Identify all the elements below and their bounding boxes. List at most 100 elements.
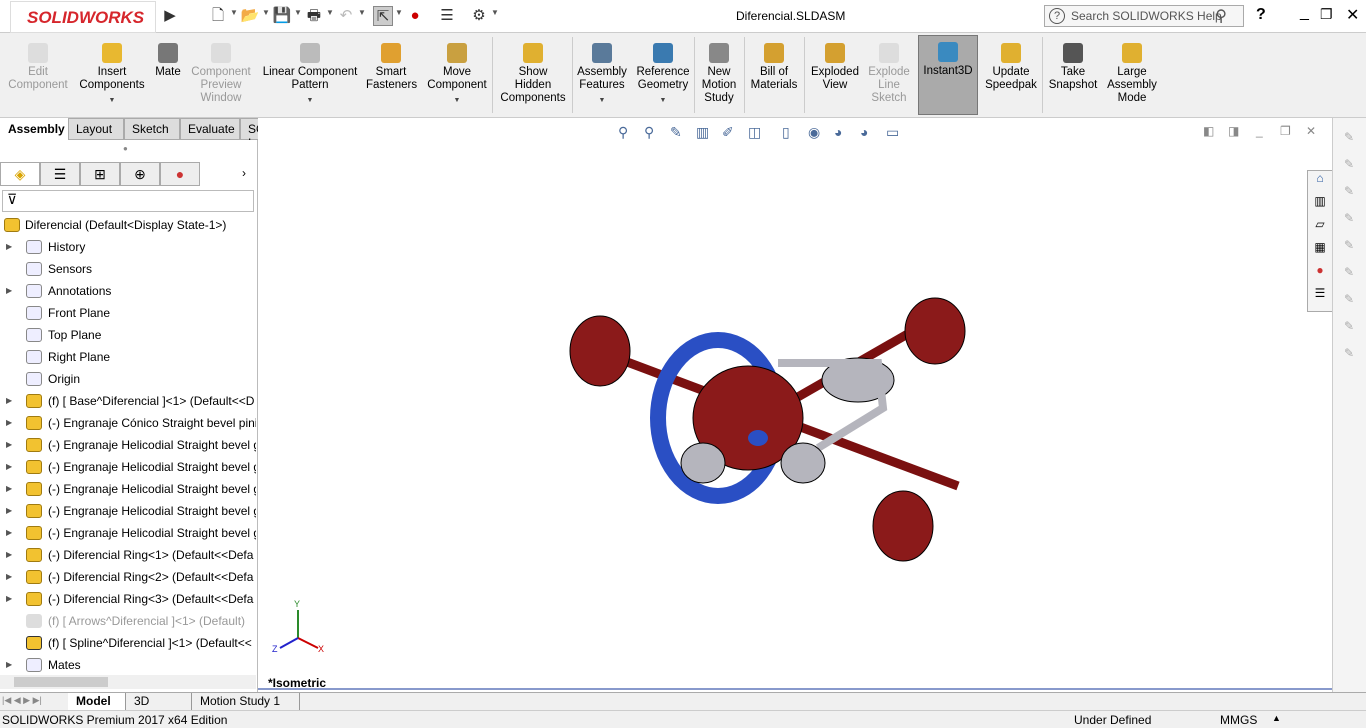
tab-3d-views[interactable]: 3D Views [126,693,192,722]
ribbon-button-bill-of-materials[interactable]: Bill of Materials [748,37,800,92]
expand-menu-icon[interactable]: ▶ [160,6,180,26]
smart-dimension-icon[interactable]: ✎ [1337,157,1361,179]
expand-arrow-icon[interactable]: ▶ [6,434,12,456]
filter-input[interactable]: ⊽ [2,190,254,212]
ribbon-button-component-preview-window[interactable]: Component Preview Window [188,37,254,105]
tab-layout[interactable]: Layout [68,118,124,140]
tab-feature-manager[interactable]: ◈ [0,162,40,186]
panel-expand-chevron-icon[interactable]: › [242,166,246,180]
ribbon-button-assembly-features[interactable]: Assembly Features ▼ [574,37,630,107]
dropdown-arrow-icon[interactable]: ▼ [326,8,334,17]
sketch-icon[interactable]: ✎ [1337,130,1361,152]
minimize-button[interactable]: _ [1300,4,1309,22]
restore-button[interactable]: ❐ [1320,6,1333,23]
expand-arrow-icon[interactable]: ▶ [6,456,12,478]
tree-item[interactable]: ▶ Annotations [0,280,256,302]
solidworks-logo[interactable]: SOLIDWORKS [10,1,156,33]
expand-arrow-icon[interactable]: ▶ [6,478,12,500]
tree-item[interactable]: ▶ (-) Engranaje Cónico Straight bevel pin… [0,412,256,434]
tree-item[interactable]: Right Plane [0,346,256,368]
viewport-restore-icon[interactable]: ❐ [1280,124,1291,138]
trim-icon[interactable]: ✎ [1337,238,1361,260]
expand-arrow-icon[interactable]: ▶ [6,280,12,302]
ribbon-button-smart-fasteners[interactable]: Smart Fasteners [366,37,417,92]
dropdown-arrow-icon[interactable]: ▼ [78,94,146,107]
tree-item[interactable]: Top Plane [0,324,256,346]
help-button[interactable]: ? [1256,6,1266,24]
save-icon[interactable]: 💾 [272,6,292,26]
file-properties-icon[interactable]: ☰ [437,6,457,26]
dropdown-arrow-icon[interactable]: ▼ [632,94,694,107]
expand-arrow-icon[interactable]: ▶ [6,412,12,434]
tree-item[interactable]: Origin [0,368,256,390]
tree-item[interactable]: ▶ (-) Engranaje Helicodial Straight bevel… [0,456,256,478]
tree-item[interactable]: Sensors [0,258,256,280]
line-icon[interactable]: ✎ [1337,184,1361,206]
dropdown-arrow-icon[interactable]: ▼ [230,8,238,17]
new-icon[interactable]: 🗋 [208,6,228,26]
search-icon[interactable]: ⚲ [1215,6,1227,26]
tile-left-icon[interactable]: ◧ [1203,124,1214,138]
tree-item[interactable]: ▶ (-) Diferencial Ring<1> (Default<<Defa [0,544,256,566]
dropdown-arrow-icon[interactable]: ▼ [395,8,403,17]
tree-item[interactable]: ▶ (-) Engranaje Helicodial Straight bevel… [0,500,256,522]
dropdown-arrow-icon[interactable]: ▼ [358,8,366,17]
viewport-minimize-icon[interactable]: _ [1256,124,1263,138]
ribbon-button-linear-component-pattern[interactable]: Linear Component Pattern ▼ [258,37,362,107]
ribbon-button-update-speedpak[interactable]: Update Speedpak [982,37,1040,92]
expand-arrow-icon[interactable]: ▶ [6,390,12,412]
tree-item[interactable]: ▶ (f) [ Base^Diferencial ]<1> (Default<<D [0,390,256,412]
tree-root[interactable]: Diferencial (Default<Display State-1>) [0,214,256,236]
ribbon-button-instant3d[interactable]: Instant3D [918,35,978,115]
model-view[interactable]: Y X Z [258,118,1332,692]
expand-arrow-icon[interactable]: ▶ [6,654,12,676]
design-library-icon[interactable]: ▥ [1308,194,1332,217]
dropdown-arrow-icon[interactable]: ▼ [258,94,362,107]
options-icon[interactable]: ⚙ [469,6,489,26]
tab-assembly[interactable]: Assembly [0,118,68,140]
dropdown-arrow-icon[interactable]: ▼ [574,94,630,107]
tree-item[interactable]: (f) [ Spline^Diferencial ]<1> (Default<< [0,632,256,654]
appearances-icon[interactable]: ● [1308,263,1332,286]
tree-item[interactable]: ▶ (-) Engranaje Helicodial Straight bevel… [0,522,256,544]
tree-item[interactable]: ▶ (-) Diferencial Ring<3> (Default<<Defa [0,588,256,610]
ribbon-button-exploded-view[interactable]: Exploded View [806,37,864,92]
tab-property-manager[interactable]: ☰ [40,162,80,186]
tree-item[interactable]: ▶ (-) Engranaje Helicodial Straight bevel… [0,478,256,500]
pattern-icon[interactable]: ✎ [1337,346,1361,368]
mirror-icon[interactable]: ✎ [1337,265,1361,287]
ribbon-button-large-assembly-mode[interactable]: Large Assembly Mode [1106,37,1158,105]
ribbon-button-explode-line-sketch[interactable]: Explode Line Sketch [864,37,914,105]
panel-splitter[interactable]: ● [123,144,128,153]
close-button[interactable]: ✕ [1346,5,1359,25]
ribbon-button-move-component[interactable]: Move Component ▼ [420,37,494,107]
tree-item[interactable]: ▶ (-) Engranaje Helicodial Straight bevel… [0,434,256,456]
tab-evaluate[interactable]: Evaluate [180,118,240,140]
tab-scroll-buttons[interactable]: |◀ ◀ ▶ ▶| [2,695,66,709]
ribbon-button-insert-components[interactable]: Insert Components ▼ [78,37,146,107]
expand-arrow-icon[interactable]: ▶ [6,236,12,258]
offset-icon[interactable]: ✎ [1337,292,1361,314]
ribbon-button-edit-component[interactable]: Edit Component [2,37,74,92]
expand-arrow-icon[interactable]: ▶ [6,522,12,544]
custom-properties-icon[interactable]: ☰ [1308,286,1332,309]
spline-icon[interactable]: ✎ [1337,211,1361,233]
view-palette-icon[interactable]: ▦ [1308,240,1332,263]
tab-sketch[interactable]: Sketch [124,118,180,140]
dropdown-arrow-icon[interactable]: ▼ [420,94,494,107]
differential-assembly[interactable] [569,297,966,562]
home-icon[interactable]: ⌂ [1308,171,1332,194]
tab-dimxpert[interactable]: ⊕ [120,162,160,186]
horizontal-scrollbar[interactable] [0,675,256,689]
tree-item[interactable]: ▶ Mates [0,654,256,676]
expand-arrow-icon[interactable]: ▶ [6,500,12,522]
tree-item[interactable]: ▶ History [0,236,256,258]
dropdown-arrow-icon[interactable]: ▼ [294,8,302,17]
dropdown-arrow-icon[interactable]: ▼ [262,8,270,17]
tab-configuration-manager[interactable]: ⊞ [80,162,120,186]
select-icon[interactable]: ⇱ [373,6,393,26]
arc-icon[interactable]: ✎ [1337,319,1361,341]
open-icon[interactable]: 📂 [240,6,260,26]
units-dropdown-icon[interactable]: ▲ [1272,713,1281,723]
tile-right-icon[interactable]: ◨ [1228,124,1239,138]
